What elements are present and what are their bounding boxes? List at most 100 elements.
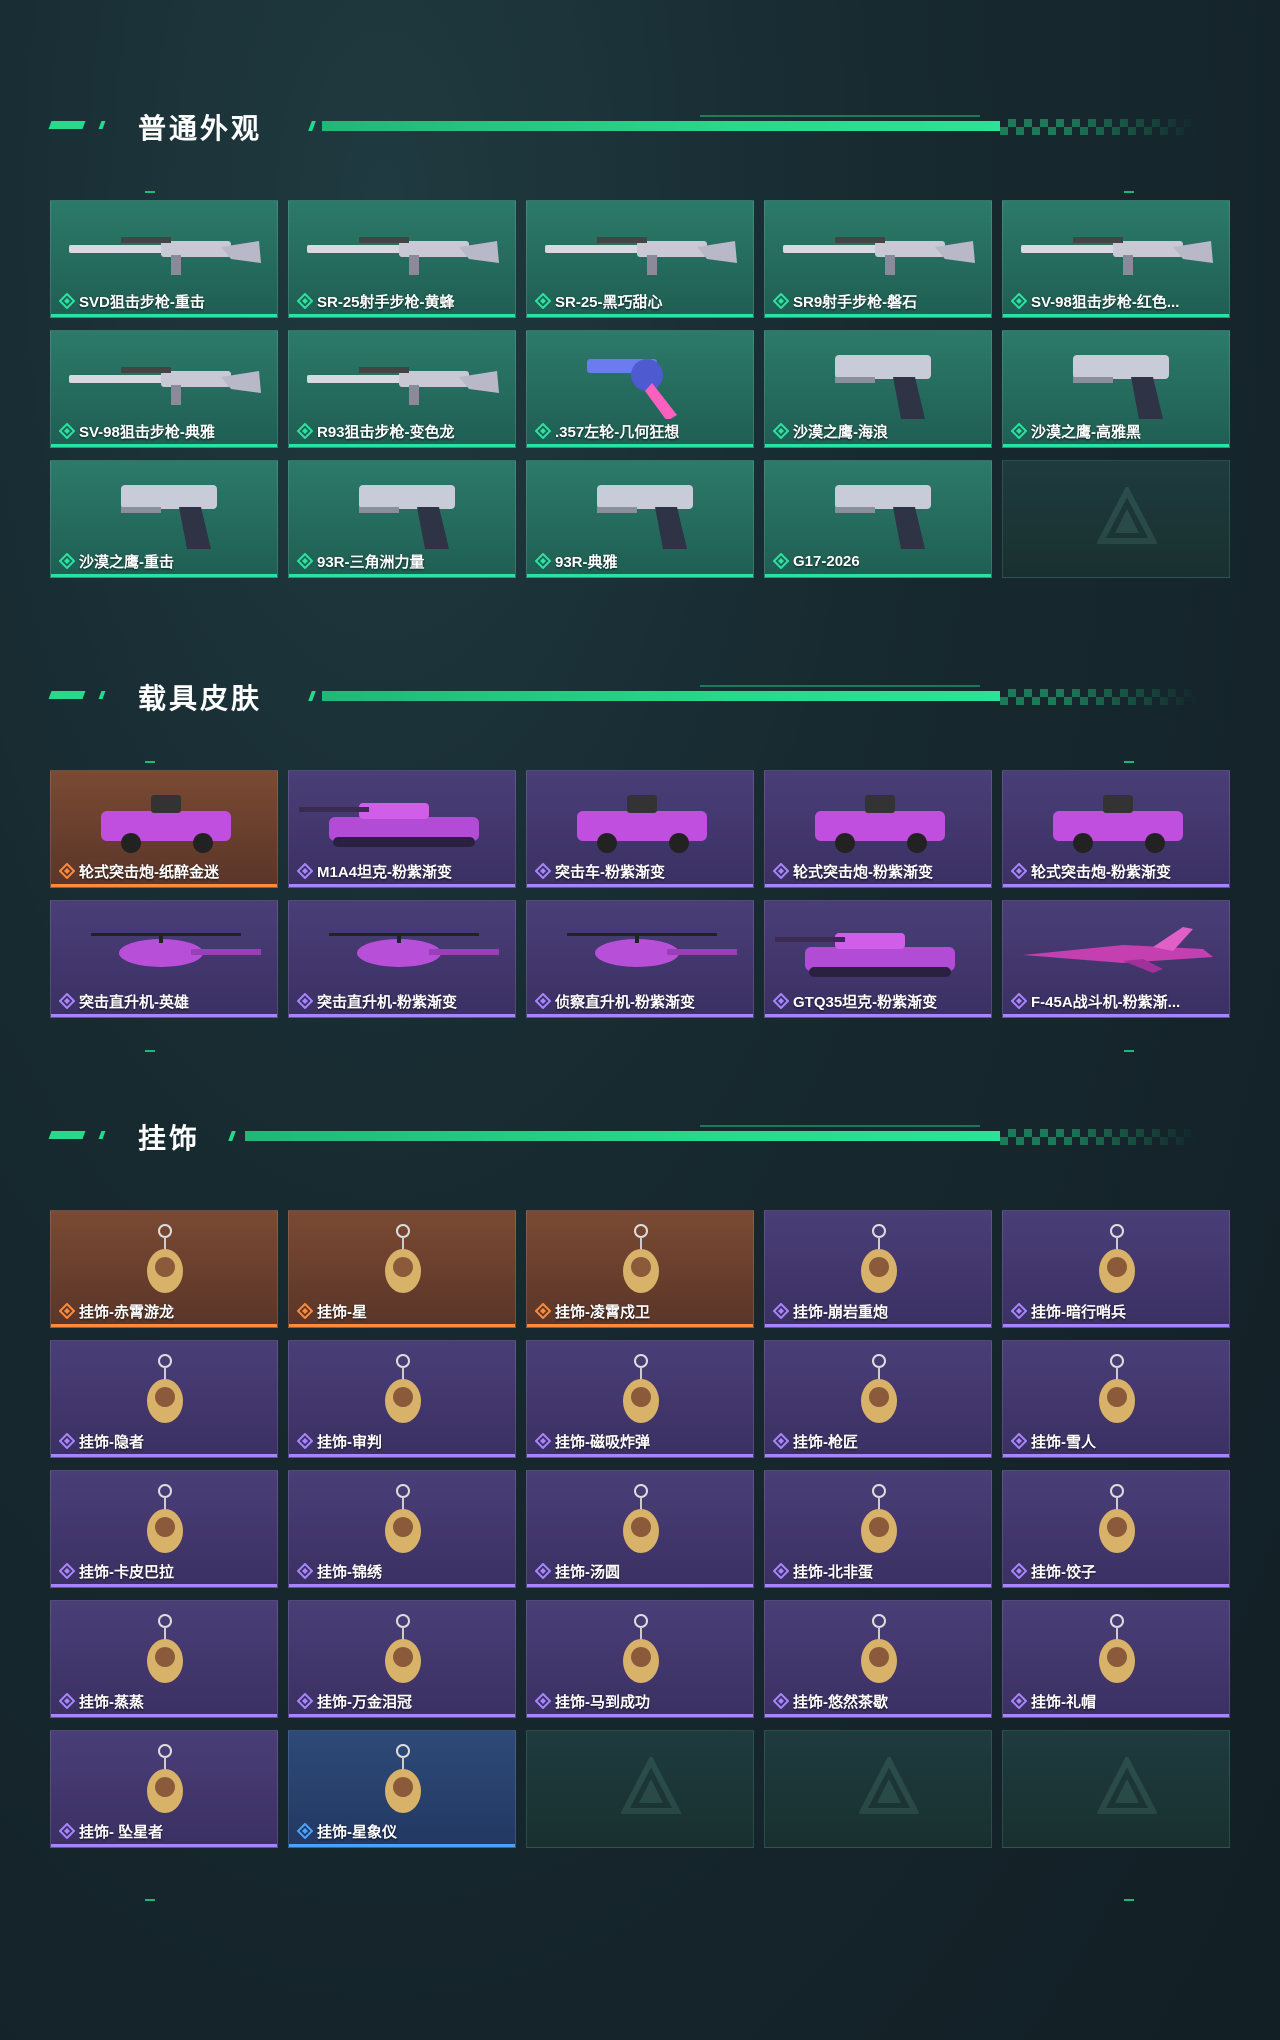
rarity-bar	[289, 1714, 515, 1717]
tank-icon	[775, 933, 955, 977]
section-vehicle-skins: 载具皮肤 轮式突击炮-纸醉金迷 M1A4坦克-粉紫渐变 突击车-粉紫渐变 轮式突击炮-…	[0, 675, 1280, 1075]
item-card[interactable]: 挂饰-万金泪冠	[288, 1600, 516, 1718]
item-card[interactable]: 93R-典雅	[526, 460, 754, 578]
item-card[interactable]: 挂饰-暗行哨兵	[1002, 1210, 1230, 1328]
item-card[interactable]: 轮式突击炮-粉紫渐变	[764, 770, 992, 888]
item-card[interactable]: 沙漠之鹰-重击	[50, 460, 278, 578]
item-card[interactable]: 挂饰-星象仪	[288, 1730, 516, 1848]
item-card[interactable]: SR-25-黑巧甜心	[526, 200, 754, 318]
item-card[interactable]: 突击直升机-粉紫渐变	[288, 900, 516, 1018]
rarity-purple-icon	[773, 863, 789, 879]
item-card[interactable]: SV-98狙击步枪-典雅	[50, 330, 278, 448]
rarity-green-icon	[535, 553, 551, 569]
header-checker-pattern	[1000, 119, 1200, 135]
item-label-row: SV-98狙击步枪-红色...	[1011, 291, 1223, 311]
rarity-bar	[527, 884, 753, 887]
item-label-row: 挂饰-雪人	[1011, 1431, 1223, 1451]
item-card[interactable]: 沙漠之鹰-海浪	[764, 330, 992, 448]
item-card[interactable]: 挂饰-枪匠	[764, 1340, 992, 1458]
item-label: M1A4坦克-粉紫渐变	[317, 863, 453, 881]
rarity-orange-icon	[59, 863, 75, 879]
item-card[interactable]: 挂饰-蒸蒸	[50, 1600, 278, 1718]
item-card[interactable]: 挂饰-隐者	[50, 1340, 278, 1458]
item-card[interactable]: 挂饰-星	[288, 1210, 516, 1328]
section-header: 载具皮肤	[0, 675, 1280, 715]
item-label-row: M1A4坦克-粉紫渐变	[297, 861, 509, 881]
corner-tick	[145, 1050, 155, 1052]
item-label-row: 沙漠之鹰-海浪	[773, 421, 985, 441]
item-card[interactable]: 挂饰-汤圆	[526, 1470, 754, 1588]
logo-watermark-icon	[1097, 487, 1157, 544]
item-card[interactable]: 93R-三角洲力量	[288, 460, 516, 578]
item-card[interactable]: GTQ35坦克-粉紫渐变	[764, 900, 992, 1018]
charm-icon	[861, 1614, 897, 1683]
item-card[interactable]: 突击车-粉紫渐变	[526, 770, 754, 888]
item-card[interactable]: SR-25射手步枪-黄蜂	[288, 200, 516, 318]
item-card[interactable]: 沙漠之鹰-高雅黑	[1002, 330, 1230, 448]
rarity-bar	[527, 1584, 753, 1587]
item-card[interactable]: SR9射手步枪-磐石	[764, 200, 992, 318]
item-card[interactable]: F-45A战斗机-粉紫渐...	[1002, 900, 1230, 1018]
charm-icon	[385, 1614, 421, 1683]
section-title: 挂饰	[138, 1123, 201, 1154]
rarity-bar	[765, 314, 991, 317]
item-label-row: 沙漠之鹰-重击	[59, 551, 271, 571]
item-card[interactable]: 挂饰- 坠星者	[50, 1730, 278, 1848]
rarity-bar	[765, 444, 991, 447]
item-card[interactable]: 挂饰-北非蛋	[764, 1470, 992, 1588]
empty-slot	[1002, 1730, 1230, 1848]
item-label: 挂饰-礼帽	[1031, 1693, 1096, 1711]
item-card[interactable]: 突击直升机-英雄	[50, 900, 278, 1018]
item-card[interactable]: 挂饰-凌霄戍卫	[526, 1210, 754, 1328]
item-card[interactable]: 侦察直升机-粉紫渐变	[526, 900, 754, 1018]
header-slash	[308, 121, 316, 131]
item-label: 挂饰-审判	[317, 1433, 382, 1451]
item-card[interactable]: 挂饰-磁吸炸弹	[526, 1340, 754, 1458]
section-header: 普通外观	[0, 105, 1280, 145]
item-card[interactable]: SVD狙击步枪-重击	[50, 200, 278, 318]
item-label: SV-98狙击步枪-典雅	[79, 423, 215, 441]
rarity-bar	[51, 314, 277, 317]
item-card[interactable]: 挂饰-赤霄游龙	[50, 1210, 278, 1328]
item-card[interactable]: 挂饰-雪人	[1002, 1340, 1230, 1458]
item-card[interactable]: 挂饰-卡皮巴拉	[50, 1470, 278, 1588]
item-label: SR9射手步枪-磐石	[793, 293, 918, 311]
item-label: 挂饰-悠然茶歇	[793, 1693, 888, 1711]
charm-icon	[1099, 1224, 1135, 1293]
item-card[interactable]: 挂饰-审判	[288, 1340, 516, 1458]
charm-icon	[623, 1614, 659, 1683]
item-card[interactable]: 挂饰-饺子	[1002, 1470, 1230, 1588]
item-card[interactable]: 挂饰-锦绣	[288, 1470, 516, 1588]
helicopter-icon	[91, 933, 261, 967]
item-label: 挂饰-崩岩重炮	[793, 1303, 888, 1321]
item-card[interactable]: 挂饰-马到成功	[526, 1600, 754, 1718]
item-label: 93R-三角洲力量	[317, 553, 425, 571]
item-card[interactable]: 轮式突击炮-纸醉金迷	[50, 770, 278, 888]
item-label-row: G17-2026	[773, 551, 985, 571]
item-card[interactable]: M1A4坦克-粉紫渐变	[288, 770, 516, 888]
header-bar	[245, 1131, 1000, 1141]
item-card[interactable]: 挂饰-悠然茶歇	[764, 1600, 992, 1718]
item-card[interactable]: 挂饰-崩岩重炮	[764, 1210, 992, 1328]
rarity-bar	[289, 314, 515, 317]
empty-slot	[526, 1730, 754, 1848]
logo-watermark-icon	[621, 1757, 681, 1814]
rarity-purple-icon	[1011, 993, 1027, 1009]
item-label: SR-25-黑巧甜心	[555, 293, 663, 311]
rarity-bar	[1003, 1454, 1229, 1457]
item-card[interactable]: R93狙击步枪-变色龙	[288, 330, 516, 448]
item-label-row: 挂饰-卡皮巴拉	[59, 1561, 271, 1581]
item-card[interactable]: 轮式突击炮-粉紫渐变	[1002, 770, 1230, 888]
item-card[interactable]: SV-98狙击步枪-红色...	[1002, 200, 1230, 318]
corner-tick	[145, 191, 155, 193]
item-card[interactable]: 挂饰-礼帽	[1002, 1600, 1230, 1718]
pistol-icon	[121, 485, 217, 549]
revolver-icon	[587, 359, 677, 419]
item-card[interactable]: .357左轮-几何狂想	[526, 330, 754, 448]
corner-tick	[1124, 761, 1134, 763]
item-card[interactable]: G17-2026	[764, 460, 992, 578]
item-label: 侦察直升机-粉紫渐变	[555, 993, 695, 1011]
section-title: 载具皮肤	[138, 683, 263, 714]
rarity-purple-icon	[773, 1563, 789, 1579]
charm-icon	[861, 1354, 897, 1423]
